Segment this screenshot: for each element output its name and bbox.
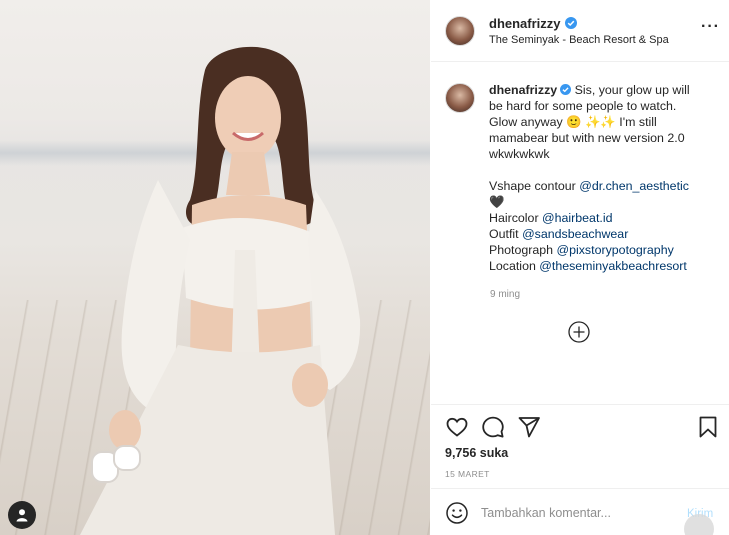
caption-avatar[interactable] [445,83,475,113]
comment-input[interactable] [481,502,671,524]
post-photo[interactable] [0,0,430,535]
mention-link[interactable]: @hairbeat.id [542,211,612,225]
caption-line: wkwkwkwk [489,147,550,161]
mention-link[interactable]: @theseminyakbeachresort [539,259,687,273]
person-icon [16,509,28,522]
caption-gap [489,162,720,178]
username-link[interactable]: dhenafrizzy [489,16,561,31]
header-meta: dhenafrizzy The Seminyak - Beach Resort … [489,16,669,46]
mention-link[interactable]: @sandsbeachwear [522,227,628,241]
verified-badge-icon [560,84,572,95]
credit-line: 🖤 [489,194,720,210]
share-icon[interactable] [517,415,541,439]
caption-username-link[interactable]: dhenafrizzy [489,83,557,97]
credit-line: Photograph @pixstorypotography [489,242,720,258]
user-tag-button[interactable] [8,501,36,529]
post-actions: 9,756 suka 15 MARET [431,404,729,488]
location-link[interactable]: The Seminyak - Beach Resort & Spa [489,34,669,46]
credit-label: 🖤 [489,195,505,209]
caption-line: Glow anyway 🙂 ✨✨ I'm still [489,115,657,129]
heart-icon[interactable] [445,415,469,439]
caption-line-text: Sis, your glow up will [571,83,690,97]
post-header: dhenafrizzy The Seminyak - Beach Resort … [431,0,729,62]
credit-label: Vshape contour [489,179,580,193]
post-date[interactable]: 15 MARET [445,469,490,479]
caption-line: be hard for some people to watch. [489,99,677,113]
credit-label: Outfit [489,227,523,241]
mention-link[interactable]: @pixstorypotography [557,243,674,257]
likes-count[interactable]: 9,756 suka [445,446,508,460]
caption-line: mamabear but with new version 2.0 [489,131,685,145]
credit-line: Outfit @sandsbeachwear [489,226,720,242]
caption-line: dhenafrizzy Sis, your glow up will [489,82,720,98]
avatar[interactable] [445,15,475,46]
credit-label: Haircolor [489,211,543,225]
credit-line: Vshape contour @dr.chen_aesthetic [489,178,720,194]
credit-label: Location [489,259,540,273]
load-more-comments-icon[interactable] [568,321,590,343]
comments-area: dhenafrizzy Sis, your glow up will be ha… [431,62,729,404]
username-row: dhenafrizzy [489,16,669,31]
credit-label: Photograph [489,243,557,257]
caption: dhenafrizzy Sis, your glow up will be ha… [445,82,720,274]
mention-link[interactable]: @dr.chen_aesthetic [579,179,689,193]
caption-text: dhenafrizzy Sis, your glow up will be ha… [489,82,720,274]
credit-line: Haircolor @hairbeat.id [489,210,720,226]
comment-icon[interactable] [481,415,505,439]
caption-timestamp[interactable]: 9 ming [490,289,520,300]
emoji-icon[interactable] [445,501,469,525]
more-options-icon[interactable]: ··· [701,19,719,36]
credit-line: Location @theseminyakbeachresort [489,258,720,274]
verified-badge-icon [564,17,577,29]
photo-subject [80,46,361,535]
bookmark-icon[interactable] [696,415,720,439]
